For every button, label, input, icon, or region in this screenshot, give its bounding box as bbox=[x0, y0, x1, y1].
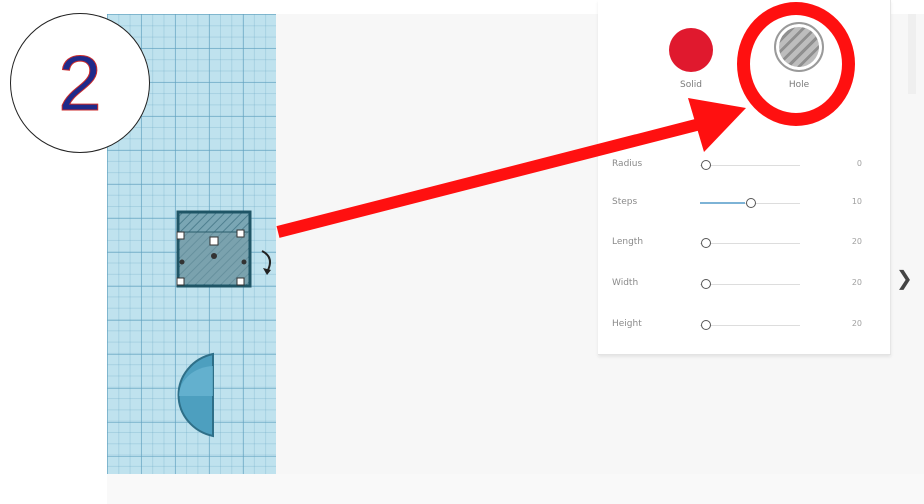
property-row-height: Height 20 bbox=[612, 315, 872, 335]
slider-fill bbox=[700, 202, 745, 204]
solid-option[interactable]: Solid bbox=[661, 28, 721, 90]
property-value: 10 bbox=[851, 197, 862, 206]
property-label: Width bbox=[612, 278, 639, 288]
property-row-length: Length 20 bbox=[612, 233, 872, 253]
property-label: Length bbox=[612, 237, 644, 247]
solid-color-swatch[interactable] bbox=[669, 28, 713, 72]
property-value: 0 bbox=[856, 159, 862, 168]
chevron-right-icon[interactable]: ❯ bbox=[896, 266, 913, 290]
property-label: Radius bbox=[612, 159, 643, 169]
hole-highlight-circle bbox=[737, 2, 855, 126]
slider-track[interactable] bbox=[700, 325, 800, 326]
property-value: 20 bbox=[851, 319, 862, 328]
rotate-arrow-icon[interactable] bbox=[259, 248, 277, 276]
slider-knob[interactable] bbox=[701, 238, 711, 248]
slider-knob[interactable] bbox=[701, 160, 711, 170]
slider-knob[interactable] bbox=[701, 320, 711, 330]
property-row-radius: Radius 0 bbox=[612, 155, 872, 175]
property-value: 20 bbox=[851, 278, 862, 287]
property-label: Steps bbox=[612, 197, 638, 207]
panel-edge bbox=[908, 14, 916, 94]
selected-box-shape[interactable] bbox=[176, 210, 252, 288]
property-row-steps: Steps 10 bbox=[612, 193, 872, 213]
property-row-width: Width 20 bbox=[612, 274, 872, 294]
slider-track[interactable] bbox=[700, 284, 800, 285]
half-cylinder-shape[interactable] bbox=[165, 352, 215, 438]
step-number-badge: 2 bbox=[10, 13, 150, 153]
property-value: 20 bbox=[851, 237, 862, 246]
slider-track[interactable] bbox=[700, 243, 800, 244]
property-label: Height bbox=[612, 319, 642, 329]
step-number: 2 bbox=[58, 39, 102, 127]
solid-label: Solid bbox=[680, 80, 702, 90]
canvas-bottom-area bbox=[0, 474, 924, 504]
slider-track[interactable] bbox=[700, 165, 800, 166]
slider-knob[interactable] bbox=[701, 279, 711, 289]
slider-knob[interactable] bbox=[746, 198, 756, 208]
